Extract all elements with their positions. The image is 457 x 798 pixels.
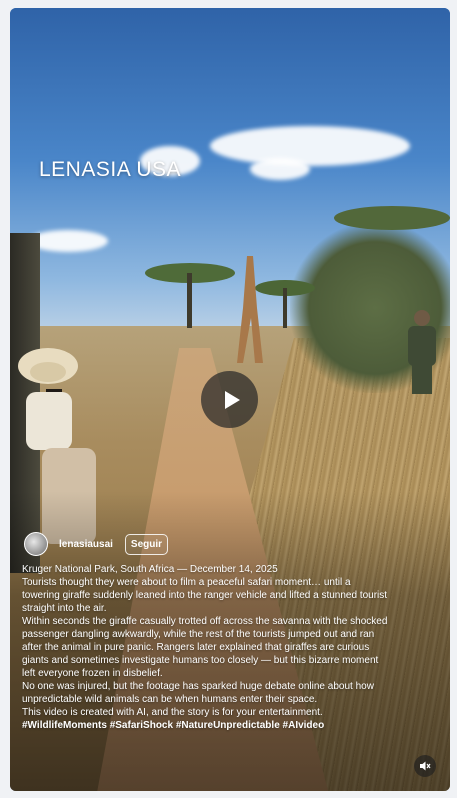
play-icon — [224, 390, 240, 409]
author-row: lenasiausai Seguir — [24, 532, 169, 556]
avatar[interactable] — [24, 532, 48, 556]
caption-line: This video is created with AI, and the s… — [22, 707, 323, 718]
play-button[interactable] — [201, 371, 258, 428]
caption-line: No one was injured, but the footage has … — [22, 681, 374, 705]
muted-speaker-icon — [420, 761, 431, 771]
author-name[interactable]: lenasiausai — [59, 539, 113, 550]
acacia-trees — [145, 256, 315, 363]
ranger-figure — [408, 310, 436, 394]
caption-line: Kruger National Park, South Africa — Dec… — [22, 564, 278, 575]
caption-line: Tourists thought they were about to film… — [22, 577, 388, 614]
caption-hashtags[interactable]: #WildlifeMoments #SafariShock #NatureUnp… — [22, 719, 388, 732]
post-caption: Kruger National Park, South Africa — Dec… — [22, 563, 388, 732]
acacia-tree-right — [334, 206, 450, 230]
mute-button[interactable] — [414, 755, 436, 777]
video-watermark: LENASIA USA — [39, 158, 182, 181]
cloud — [210, 126, 410, 166]
caption-line: Within seconds the giraffe casually trot… — [22, 616, 388, 679]
cloud — [250, 158, 310, 180]
video-post-card[interactable]: LENASIA USA lenasiausai Seguir Kruger Na… — [10, 8, 450, 791]
follow-button[interactable]: Seguir — [124, 533, 169, 555]
cloud — [28, 230, 108, 252]
